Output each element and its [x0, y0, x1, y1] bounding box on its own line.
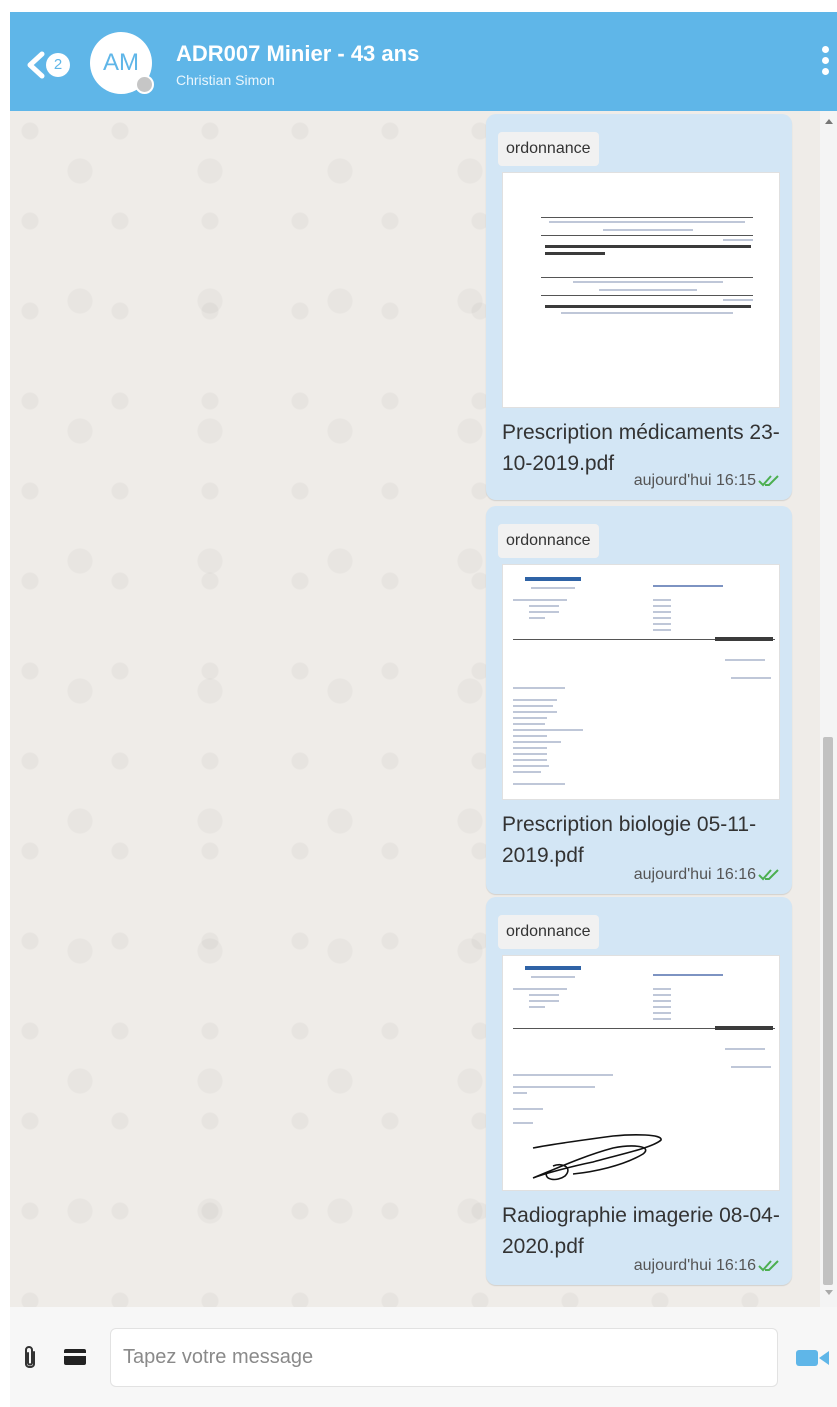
message-bubble[interactable]: ordonnance Prescription médicaments 23-1… [486, 114, 792, 500]
biology-prescription-document [503, 565, 779, 799]
practitioner-name: Christian Simon [176, 72, 275, 88]
presence-status-dot [135, 75, 154, 94]
message-tag: ordonnance [498, 524, 599, 558]
double-check-icon [758, 475, 779, 487]
back-button[interactable]: 2 [24, 50, 80, 80]
message-input[interactable] [110, 1328, 778, 1387]
conversation-header: 2 AM ADR007 Minier - 43 ans Christian Si… [10, 12, 837, 111]
imaging-prescription-document [503, 956, 779, 1190]
unread-count-badge: 2 [46, 53, 70, 77]
scroll-up-arrow-icon[interactable] [825, 119, 833, 124]
prescription-document [503, 173, 779, 407]
message-bubble[interactable]: ordonnance [486, 506, 792, 894]
file-name[interactable]: Prescription biologie 05-11-2019.pdf [502, 809, 784, 871]
video-camera-icon[interactable] [796, 1349, 830, 1367]
scroll-thumb[interactable] [823, 737, 833, 1285]
message-bubble[interactable]: ordonnance [486, 897, 792, 1285]
message-timestamp: aujourd'hui 16:16 [633, 866, 756, 883]
double-check-icon [758, 869, 779, 881]
patient-title: ADR007 Minier - 43 ans [176, 41, 420, 66]
document-preview[interactable] [502, 172, 780, 408]
signature-image [532, 1134, 662, 1181]
message-tag: ordonnance [498, 132, 599, 166]
document-preview[interactable] [502, 955, 780, 1191]
message-composer [10, 1307, 837, 1407]
chat-area[interactable]: ordonnance Prescription médicaments 23-1… [10, 111, 820, 1307]
paperclip-icon[interactable] [20, 1344, 40, 1372]
double-check-icon [758, 1260, 779, 1272]
message-timestamp: aujourd'hui 16:15 [633, 472, 756, 489]
message-timestamp: aujourd'hui 16:16 [633, 1257, 756, 1274]
file-name[interactable]: Prescription médicaments 23-10-2019.pdf [502, 417, 784, 479]
document-preview[interactable] [502, 564, 780, 800]
chat-scrollbar[interactable] [820, 111, 837, 1307]
message-tag: ordonnance [498, 915, 599, 949]
card-icon[interactable] [63, 1348, 87, 1366]
file-name[interactable]: Radiographie imagerie 08-04-2020.pdf [502, 1200, 784, 1262]
scroll-down-arrow-icon[interactable] [825, 1290, 833, 1295]
more-vert-icon[interactable] [817, 46, 833, 82]
